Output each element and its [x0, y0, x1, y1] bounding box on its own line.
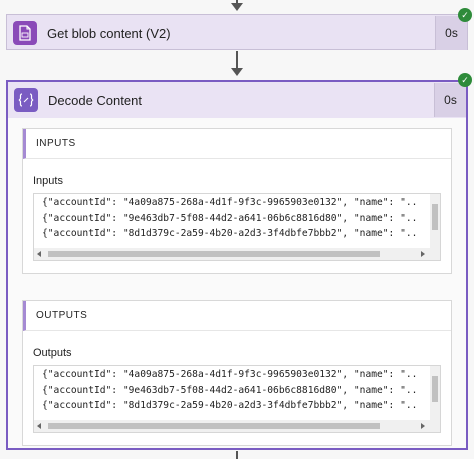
inputs-section: INPUTS Inputs {"accountId": "4a09a875-26…: [22, 128, 452, 274]
outputs-json-box[interactable]: {"accountId": "4a09a875-268a-4d1f-9f3c-9…: [33, 365, 441, 433]
flow-canvas: Get blob content (V2) 0s ✓ Decode Conten…: [0, 0, 474, 459]
scrollbar-thumb[interactable]: [48, 251, 380, 257]
json-line: {"accountId": "9e463db7-5f08-44d2-a641-0…: [42, 212, 418, 224]
curly-braces-icon: [14, 88, 38, 112]
scrollbar-thumb[interactable]: [432, 376, 438, 402]
step-title: Get blob content (V2): [47, 25, 171, 41]
inputs-header[interactable]: INPUTS: [23, 129, 451, 159]
json-line: {"accountId": "4a09a875-268a-4d1f-9f3c-9…: [42, 197, 418, 208]
outputs-header[interactable]: OUTPUTS: [23, 301, 451, 331]
blob-file-icon: [13, 21, 37, 45]
check-icon: ✓: [458, 8, 472, 22]
horizontal-scrollbar[interactable]: [34, 248, 440, 260]
step-title: Decode Content: [48, 92, 142, 108]
scroll-right-icon[interactable]: [421, 423, 425, 429]
arrow-down-icon: [231, 68, 243, 76]
connector-bottom: [236, 451, 238, 459]
step-decode-content[interactable]: Decode Content 0s INPUTS Inputs {"accoun…: [6, 80, 468, 450]
curly-braces-icon-svg: [18, 93, 34, 107]
horizontal-scrollbar[interactable]: [34, 420, 440, 432]
scrollbar-thumb[interactable]: [48, 423, 380, 429]
inputs-label: Inputs: [33, 175, 63, 187]
vertical-scrollbar[interactable]: [430, 194, 440, 248]
blob-file-icon-svg: [19, 25, 31, 41]
scrollbar-thumb[interactable]: [432, 204, 438, 230]
step-header[interactable]: Get blob content (V2) 0s: [7, 15, 467, 51]
scroll-right-icon[interactable]: [421, 251, 425, 257]
step-get-blob-content[interactable]: Get blob content (V2) 0s: [6, 14, 468, 50]
step-header[interactable]: Decode Content 0s: [8, 82, 466, 118]
outputs-section: OUTPUTS Outputs {"accountId": "4a09a875-…: [22, 300, 452, 446]
json-line: {"accountId": "4a09a875-268a-4d1f-9f3c-9…: [42, 369, 418, 380]
inputs-json-box[interactable]: {"accountId": "4a09a875-268a-4d1f-9f3c-9…: [33, 193, 441, 261]
check-icon: ✓: [458, 73, 472, 87]
outputs-label: Outputs: [33, 347, 72, 359]
step-duration: 0s: [434, 83, 466, 117]
arrow-down-icon: [231, 3, 243, 11]
scroll-left-icon[interactable]: [37, 423, 41, 429]
scroll-left-icon[interactable]: [37, 251, 41, 257]
json-line: {"accountId": "9e463db7-5f08-44d2-a641-0…: [42, 384, 418, 396]
json-line: {"accountId": "8d1d379c-2a59-4b20-a2d3-3…: [42, 228, 418, 239]
json-line: {"accountId": "8d1d379c-2a59-4b20-a2d3-3…: [42, 400, 418, 411]
vertical-scrollbar[interactable]: [430, 366, 440, 420]
